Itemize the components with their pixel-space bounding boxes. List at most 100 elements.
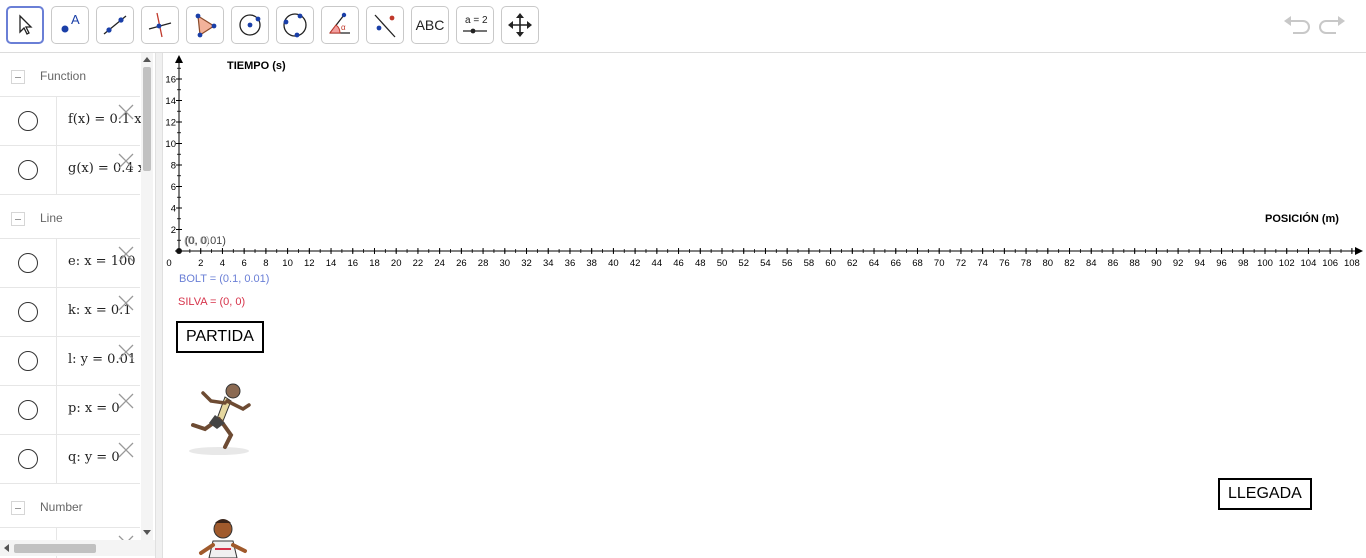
toolbar: A α ABC a = 2 [0, 0, 1366, 53]
close-icon[interactable] [117, 343, 135, 361]
x-tick-label: 44 [652, 258, 663, 269]
algebra-expression[interactable]: q: y = 0 [68, 450, 120, 465]
x-tick-label: 48 [695, 258, 706, 269]
x-tick-label: 102 [1279, 258, 1295, 269]
group-function[interactable]: Function [0, 53, 140, 97]
x-tick-label: 40 [608, 258, 619, 269]
algebra-item-l[interactable]: l: y = 0.01 [0, 337, 140, 386]
algebra-item-e[interactable]: e: x = 100 [0, 239, 140, 288]
bolt-runner-image[interactable] [179, 379, 261, 457]
finish-text-box[interactable]: LLEGADA [1218, 478, 1312, 510]
group-label: Function [40, 69, 87, 83]
x-tick-label: 56 [782, 258, 793, 269]
visibility-toggle[interactable] [18, 160, 38, 180]
scrollbar-thumb[interactable] [143, 67, 151, 171]
slider-icon: a = 2 [463, 15, 488, 34]
svg-text:α: α [341, 23, 346, 32]
polygon-icon [195, 13, 217, 38]
visibility-toggle[interactable] [18, 111, 38, 131]
move-graphics-tool-button[interactable] [501, 6, 539, 44]
x-tick-label: 92 [1173, 258, 1184, 269]
silva-runner-image[interactable] [191, 515, 255, 558]
algebra-item-q[interactable]: q: y = 0 [0, 435, 140, 484]
x-tick-label: 14 [326, 258, 337, 269]
visibility-toggle[interactable] [18, 400, 38, 420]
close-icon[interactable] [117, 152, 135, 170]
scroll-down-icon[interactable] [143, 530, 151, 536]
move-tool-button[interactable] [6, 6, 44, 44]
x-tick-label: 74 [977, 258, 988, 269]
view-splitter[interactable] [155, 53, 163, 558]
circle-center-tool-button[interactable] [231, 6, 269, 44]
x-tick-label: 52 [738, 258, 749, 269]
x-axis-label: POSICIÓN (m) [1265, 212, 1339, 225]
close-icon[interactable] [117, 392, 135, 410]
slider-tool-label: a = 2 [465, 15, 488, 26]
x-tick-label: 34 [543, 258, 554, 269]
collapse-icon[interactable] [11, 70, 25, 84]
redo-icon [1319, 16, 1345, 34]
reflect-tool-button[interactable] [366, 6, 404, 44]
x-tick-label: 86 [1108, 258, 1119, 269]
x-tick-label: 82 [1064, 258, 1075, 269]
x-tick-label: 78 [1021, 258, 1032, 269]
x-tick-label: 6 [242, 258, 247, 269]
scrollbar-thumb[interactable] [14, 544, 96, 553]
polygon-tool-button[interactable] [186, 6, 224, 44]
visibility-toggle[interactable] [18, 302, 38, 322]
close-icon[interactable] [117, 245, 135, 263]
line-tool-button[interactable] [96, 6, 134, 44]
algebra-item-k[interactable]: k: x = 0.1 [0, 288, 140, 337]
x-tick-label: 96 [1216, 258, 1227, 269]
graphics-view[interactable]: 0 2 4 6 8 10 12 14 16 18 20 22 24 26 28 30 32 34 36 38 40 42 4… [163, 53, 1366, 558]
close-icon[interactable] [117, 103, 135, 121]
close-icon[interactable] [117, 294, 135, 312]
visibility-toggle[interactable] [18, 253, 38, 273]
graphics-canvas[interactable]: 0 2 4 6 8 10 12 14 16 18 20 22 24 26 28 30 32 34 36 38 40 42 4… [163, 53, 1366, 558]
visibility-toggle[interactable] [18, 449, 38, 469]
collapse-icon[interactable] [11, 501, 25, 515]
x-tick-label: 72 [956, 258, 967, 269]
algebra-expression[interactable]: p: x = 0 [68, 401, 120, 416]
y-axis-label: TIEMPO (s) [227, 60, 286, 72]
group-number[interactable]: Number [0, 484, 140, 528]
text-tool-button[interactable]: ABC [411, 6, 449, 44]
x-axis-arrow [1355, 247, 1363, 255]
algebra-horizontal-scrollbar[interactable] [0, 540, 155, 556]
x-tick-label: 94 [1195, 258, 1206, 269]
line-icon [103, 15, 127, 35]
point-tool-button[interactable]: A [51, 6, 89, 44]
y-tick-label: 14 [165, 96, 176, 107]
angle-tool-button[interactable]: α [321, 6, 359, 44]
y-tick-label: 16 [165, 75, 176, 86]
algebra-item-f[interactable]: f(x) = 0.1 x [0, 97, 142, 146]
text-tool-label: ABC [415, 17, 445, 33]
perpendicular-line-tool-button[interactable] [141, 6, 179, 44]
x-tick-label: 24 [434, 258, 445, 269]
algebra-item-g[interactable]: g(x) = 0.4 x [0, 146, 145, 195]
circle-three-points-tool-button[interactable] [276, 6, 314, 44]
y-tick-label: 6 [171, 182, 176, 193]
group-line[interactable]: Line [0, 195, 140, 239]
algebra-vertical-scrollbar[interactable] [141, 53, 153, 540]
reflect-icon [374, 14, 396, 38]
slider-tool-button[interactable]: a = 2 [456, 6, 494, 44]
start-text-box[interactable]: PARTIDA [176, 321, 264, 353]
scroll-up-icon[interactable] [143, 56, 151, 62]
scroll-left-icon[interactable] [3, 544, 9, 552]
undo-button[interactable] [1281, 12, 1311, 42]
circle-three-points-icon [283, 13, 307, 38]
origin-point[interactable] [176, 248, 182, 254]
visibility-toggle[interactable] [18, 351, 38, 371]
x-tick-label: 18 [369, 258, 380, 269]
redo-button[interactable] [1318, 12, 1348, 42]
close-icon[interactable] [117, 441, 135, 459]
group-label: Line [40, 211, 63, 225]
arrow-pointer-icon [19, 14, 33, 35]
collapse-icon[interactable] [11, 212, 25, 226]
svg-text:A: A [71, 12, 80, 27]
algebra-view: Function f(x) = 0.1 x g(x) = 0.4 x Line … [0, 53, 155, 558]
x-tick-label: 90 [1151, 258, 1162, 269]
algebra-item-p[interactable]: p: x = 0 [0, 386, 140, 435]
angle-icon: α [329, 12, 350, 34]
